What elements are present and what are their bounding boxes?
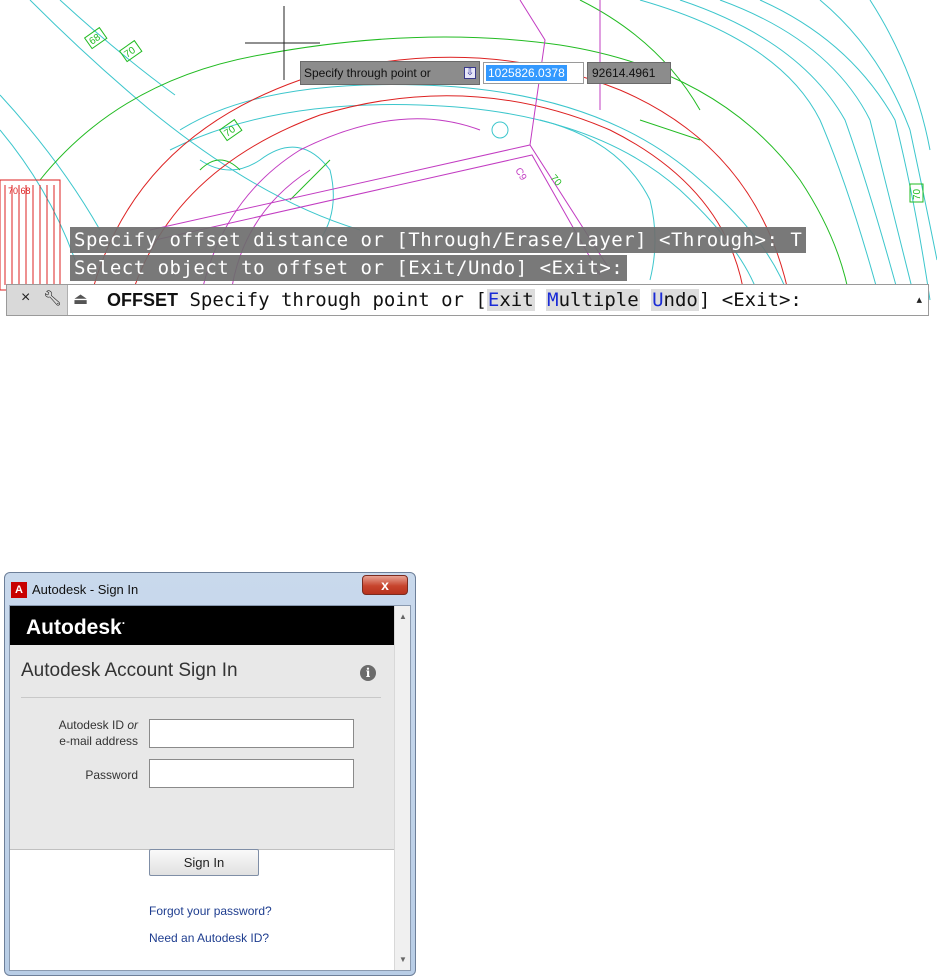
history-scroll-up-icon[interactable]: ▴ xyxy=(916,293,922,306)
option-multiple[interactable]: Multiple xyxy=(546,289,640,311)
contour-label: 70 xyxy=(912,188,923,200)
command-history-line: Specify offset distance or [Through/Eras… xyxy=(70,227,807,253)
command-history-line: Select object to offset or [Exit/Undo] <… xyxy=(70,255,628,281)
wrench-icon[interactable]: 🔧︎ xyxy=(43,289,62,307)
dynamic-input-prompt-text: Specify through point or xyxy=(304,66,431,80)
option-rest: xit xyxy=(499,289,534,311)
command-line-text: OFFSET Specify through point or [Exit Mu… xyxy=(107,288,802,312)
option-exit[interactable]: Exit xyxy=(486,289,535,311)
option-rest: ultiple xyxy=(558,289,639,311)
close-button[interactable]: x xyxy=(362,575,408,595)
command-line-controls: × 🔧︎ xyxy=(7,285,68,315)
command-prompt-icon[interactable]: ⏏︎ xyxy=(73,289,88,309)
sign-in-button[interactable]: Sign In xyxy=(149,849,259,876)
dialog-content: Autodesk· Autodesk Account Sign In i Aut… xyxy=(9,605,411,971)
scrollbar[interactable]: ▲ ▼ xyxy=(394,606,410,970)
command-prompt-text: Specify through point or [ xyxy=(189,289,487,311)
autodesk-id-input[interactable] xyxy=(149,719,354,748)
command-line[interactable]: × 🔧︎ ⏏︎ OFFSET Specify through point or … xyxy=(6,284,929,316)
need-autodesk-id-link[interactable]: Need an Autodesk ID? xyxy=(149,931,269,945)
brand-bar: Autodesk· xyxy=(10,606,394,645)
option-key: E xyxy=(487,289,500,311)
password-label: Password xyxy=(85,768,138,782)
command-suffix: ] <Exit>: xyxy=(698,289,802,311)
dynamic-input-prompt: Specify through point or ⇩ xyxy=(300,61,480,85)
command-name: OFFSET xyxy=(107,290,178,310)
option-key: M xyxy=(547,289,559,311)
download-arrow-icon[interactable]: ⇩ xyxy=(464,67,476,79)
autodesk-id-label: Autodesk ID or e-mail address xyxy=(58,718,138,748)
x-coordinate-value: 1025826.0378 xyxy=(486,65,567,81)
option-key: U xyxy=(652,289,664,311)
autodesk-logo: Autodesk· xyxy=(26,616,126,639)
option-rest: ndo xyxy=(663,289,698,311)
lot-label: 70.68 xyxy=(8,186,31,196)
x-coordinate-input[interactable]: 1025826.0378 xyxy=(483,62,584,84)
scroll-down-icon[interactable]: ▼ xyxy=(399,955,407,964)
y-coordinate-input[interactable]: 92614.4961 xyxy=(587,62,671,84)
sign-in-dialog: A Autodesk - Sign In x Autodesk· Autodes… xyxy=(4,572,416,976)
password-input[interactable] xyxy=(149,759,354,788)
info-icon[interactable]: i xyxy=(360,665,376,681)
cad-viewport[interactable]: 70 68 70 70 70 C9 70.68 Specify offset d… xyxy=(0,0,937,318)
divider xyxy=(21,697,381,698)
forgot-password-link[interactable]: Forgot your password? xyxy=(149,904,272,918)
road-label: C9 xyxy=(512,166,528,183)
sign-in-form: Autodesk Account Sign In i Autodesk ID o… xyxy=(10,645,394,850)
scroll-up-icon[interactable]: ▲ xyxy=(399,612,407,621)
form-heading: Autodesk Account Sign In xyxy=(21,660,238,681)
close-icon[interactable]: × xyxy=(21,289,30,307)
dialog-title: Autodesk - Sign In xyxy=(32,582,139,597)
autodesk-app-icon: A xyxy=(11,582,27,598)
option-undo[interactable]: Undo xyxy=(651,289,699,311)
